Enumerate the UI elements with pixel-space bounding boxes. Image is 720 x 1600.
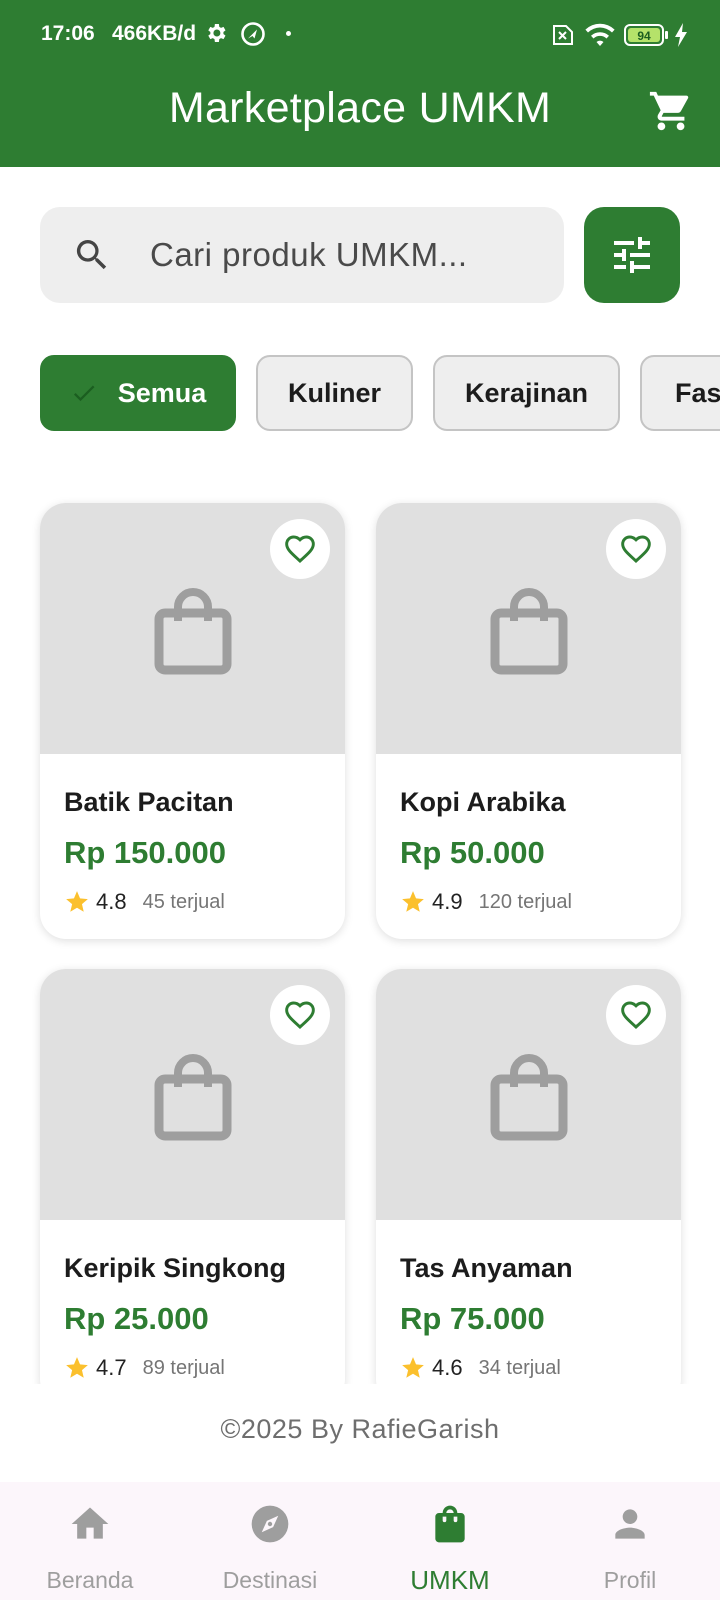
- no-sim-icon: [553, 25, 573, 45]
- heart-icon: [285, 535, 315, 564]
- heart-icon: [621, 1001, 651, 1030]
- nav-item-profil[interactable]: Profil: [540, 1482, 720, 1600]
- heart-icon: [621, 535, 651, 564]
- heart-icon: [285, 1001, 315, 1030]
- shopping-bag-icon: [435, 1505, 465, 1543]
- product-card[interactable]: Tas Anyaman Rp 75.000 4.6 34 terjual: [376, 969, 681, 1384]
- product-sold: 45 terjual: [142, 890, 225, 913]
- star-icon: [402, 891, 424, 912]
- battery-icon: 94: [624, 24, 668, 46]
- nav-label: Profil: [603, 1567, 657, 1593]
- product-meta: 4.8 45 terjual: [64, 887, 225, 917]
- product-rating: 4.8: [96, 889, 127, 914]
- product-image: [40, 969, 345, 1220]
- product-image: [40, 503, 345, 754]
- chip-kerajinan[interactable]: Kerajinan: [433, 355, 620, 431]
- shopping-cart-icon[interactable]: [648, 88, 694, 134]
- product-name: Kopi Arabika: [400, 787, 566, 817]
- status-time: 17:06: [41, 22, 95, 45]
- product-rating: 4.6: [432, 1355, 463, 1380]
- nav-label: UMKM: [410, 1565, 490, 1595]
- star-icon: [66, 891, 88, 912]
- wifi-icon: [585, 23, 615, 46]
- favorite-button[interactable]: [606, 519, 666, 579]
- bottom-navigation: Beranda Destinasi UMKM Profil: [0, 1482, 720, 1600]
- search-bar[interactable]: [40, 207, 564, 303]
- star-icon: [66, 1357, 88, 1378]
- shopping-bag-icon: [490, 588, 568, 675]
- product-image: [376, 969, 681, 1220]
- product-name: Batik Pacitan: [64, 787, 234, 817]
- chip-label: Kerajinan: [464, 377, 589, 408]
- search-input[interactable]: [150, 207, 550, 303]
- nav-label: Destinasi: [222, 1567, 318, 1593]
- chip-kuliner[interactable]: Kuliner: [256, 355, 413, 431]
- charging-icon: [675, 23, 687, 47]
- product-price: Rp 150.000: [64, 835, 226, 870]
- gear-icon: [208, 24, 226, 42]
- product-sold: 34 terjual: [478, 1356, 561, 1379]
- product-rating: 4.9: [432, 889, 463, 914]
- home-icon: [71, 1507, 109, 1539]
- shopping-bag-icon: [154, 1054, 232, 1141]
- navigation-icon: [241, 22, 265, 46]
- chip-semua[interactable]: Semua: [40, 355, 236, 431]
- product-rating: 4.7: [96, 1355, 127, 1380]
- page-title: Marketplace UMKM: [168, 84, 552, 132]
- app-bar: 17:06 466KB/d 94 Marketplace UMKM: [0, 0, 720, 167]
- product-card[interactable]: Keripik Singkong Rp 25.000 4.7 89 terjua…: [40, 969, 345, 1384]
- nav-item-beranda[interactable]: Beranda: [0, 1482, 180, 1600]
- favorite-button[interactable]: [270, 985, 330, 1045]
- battery-level: 94: [637, 29, 651, 43]
- chip-label: Fashion: [675, 377, 720, 408]
- chip-label: Semua: [117, 377, 207, 408]
- person-icon: [615, 1509, 645, 1539]
- product-image: [376, 503, 681, 754]
- product-meta: 4.7 89 terjual: [64, 1353, 225, 1383]
- chip-fashion[interactable]: Fashion: [640, 355, 720, 431]
- product-card[interactable]: Kopi Arabika Rp 50.000 4.9 120 terjual: [376, 503, 681, 939]
- compass-icon: [251, 1505, 289, 1543]
- nav-label: Beranda: [46, 1567, 134, 1593]
- favorite-button[interactable]: [270, 519, 330, 579]
- shopping-bag-icon: [490, 1054, 568, 1141]
- status-bar: 17:06 466KB/d 94: [0, 0, 720, 70]
- filter-button[interactable]: [584, 207, 680, 303]
- product-grid: Batik Pacitan Rp 150.000 4.8 45 terjual …: [0, 470, 720, 1384]
- product-name: Tas Anyaman: [400, 1253, 573, 1283]
- product-meta: 4.6 34 terjual: [400, 1353, 561, 1383]
- copyright-text: ©2025 By RafieGarish: [220, 1414, 500, 1444]
- product-name: Keripik Singkong: [64, 1253, 287, 1283]
- status-network-speed: 466KB/d: [112, 22, 197, 45]
- product-price: Rp 75.000: [400, 1301, 545, 1336]
- product-price: Rp 50.000: [400, 835, 545, 870]
- category-chips: Semua Kuliner Kerajinan Fashion: [0, 355, 720, 431]
- shopping-bag-icon: [154, 588, 232, 675]
- product-sold: 120 terjual: [478, 890, 572, 913]
- check-icon: [73, 385, 95, 402]
- search-icon: [76, 240, 107, 270]
- nav-item-destinasi[interactable]: Destinasi: [180, 1482, 360, 1600]
- product-price: Rp 25.000: [64, 1301, 209, 1336]
- star-icon: [402, 1357, 424, 1378]
- product-card[interactable]: Batik Pacitan Rp 150.000 4.8 45 terjual: [40, 503, 345, 939]
- tune-icon: [614, 237, 650, 273]
- favorite-button[interactable]: [606, 985, 666, 1045]
- chip-label: Kuliner: [287, 377, 381, 408]
- nav-item-umkm[interactable]: UMKM: [360, 1482, 540, 1600]
- notification-dot: [286, 31, 291, 36]
- product-meta: 4.9 120 terjual: [400, 887, 572, 917]
- product-sold: 89 terjual: [142, 1356, 225, 1379]
